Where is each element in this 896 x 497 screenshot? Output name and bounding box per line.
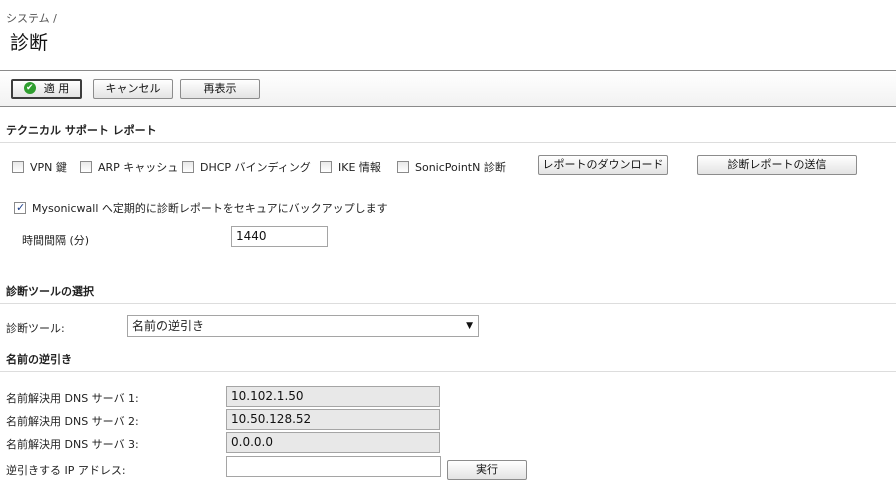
tsr-heading: テクニカル サポート レポート [0,122,896,143]
checkbox-box[interactable] [14,201,26,215]
send-report-button[interactable]: 診断レポートの送信 [697,155,857,175]
checkbox-label: SonicPointN 診断 [415,161,506,174]
check-icon: ✔ [23,82,36,94]
apply-button-label: 適 用 [43,82,70,95]
checkbox-label: ARP キャッシュ [98,161,179,174]
download-report-button[interactable]: レポートのダウンロード [538,155,668,175]
breadcrumb: システム / [6,12,57,25]
run-button[interactable]: 実行 [447,460,527,480]
checkbox-box[interactable] [12,161,24,173]
checkbox-dhcp-bindings[interactable]: DHCP バインディング [182,161,311,175]
dns1-field: 10.102.1.50 [226,386,440,407]
checkbox-box[interactable] [320,161,332,173]
cancel-button[interactable]: キャンセル [93,79,173,99]
dns3-field: 0.0.0.0 [226,432,440,453]
checkbox-ike-info[interactable]: IKE 情報 [320,161,381,175]
checkbox-box[interactable] [397,161,409,173]
reverse-lookup-heading: 名前の逆引き [0,351,896,372]
checkbox-label: Mysonicwall へ定期的に診断レポートをセキュアにバックアップします [32,202,388,215]
toolbar: ✔ 適 用 キャンセル 再表示 [0,70,896,107]
dns1-label: 名前解決用 DNS サーバ 1: [6,392,139,405]
diag-tool-value: 名前の逆引き [132,319,205,333]
apply-button[interactable]: ✔ 適 用 [11,79,82,99]
chevron-down-icon[interactable]: ▼ [466,316,473,336]
tool-select-heading: 診断ツールの選択 [0,283,896,304]
interval-label: 時間間隔 (分) [22,234,90,247]
checkbox-vpn-keys[interactable]: VPN 鍵 [12,161,67,175]
dns2-field: 10.50.128.52 [226,409,440,430]
dns2-label: 名前解決用 DNS サーバ 2: [6,415,139,428]
lookup-ip-input[interactable] [226,456,441,477]
diag-tool-select[interactable]: 名前の逆引き ▼ [127,315,479,337]
checkbox-box[interactable] [80,161,92,173]
checkbox-sonicpointn-diag[interactable]: SonicPointN 診断 [397,161,506,175]
checkbox-label: VPN 鍵 [30,161,67,174]
interval-input[interactable]: 1440 [231,226,328,247]
page-title: 診断 [10,32,49,54]
refresh-button[interactable]: 再表示 [180,79,260,99]
checkbox-label: DHCP バインディング [200,161,311,174]
checkbox-periodic-backup[interactable]: Mysonicwall へ定期的に診断レポートをセキュアにバックアップします [14,201,388,216]
lookup-ip-label: 逆引きする IP アドレス: [6,464,126,477]
checkbox-label: IKE 情報 [338,161,381,174]
checkbox-arp-cache[interactable]: ARP キャッシュ [80,161,178,175]
checkbox-box[interactable] [182,161,194,173]
diag-tool-label: 診断ツール: [6,322,65,335]
dns3-label: 名前解決用 DNS サーバ 3: [6,438,139,451]
